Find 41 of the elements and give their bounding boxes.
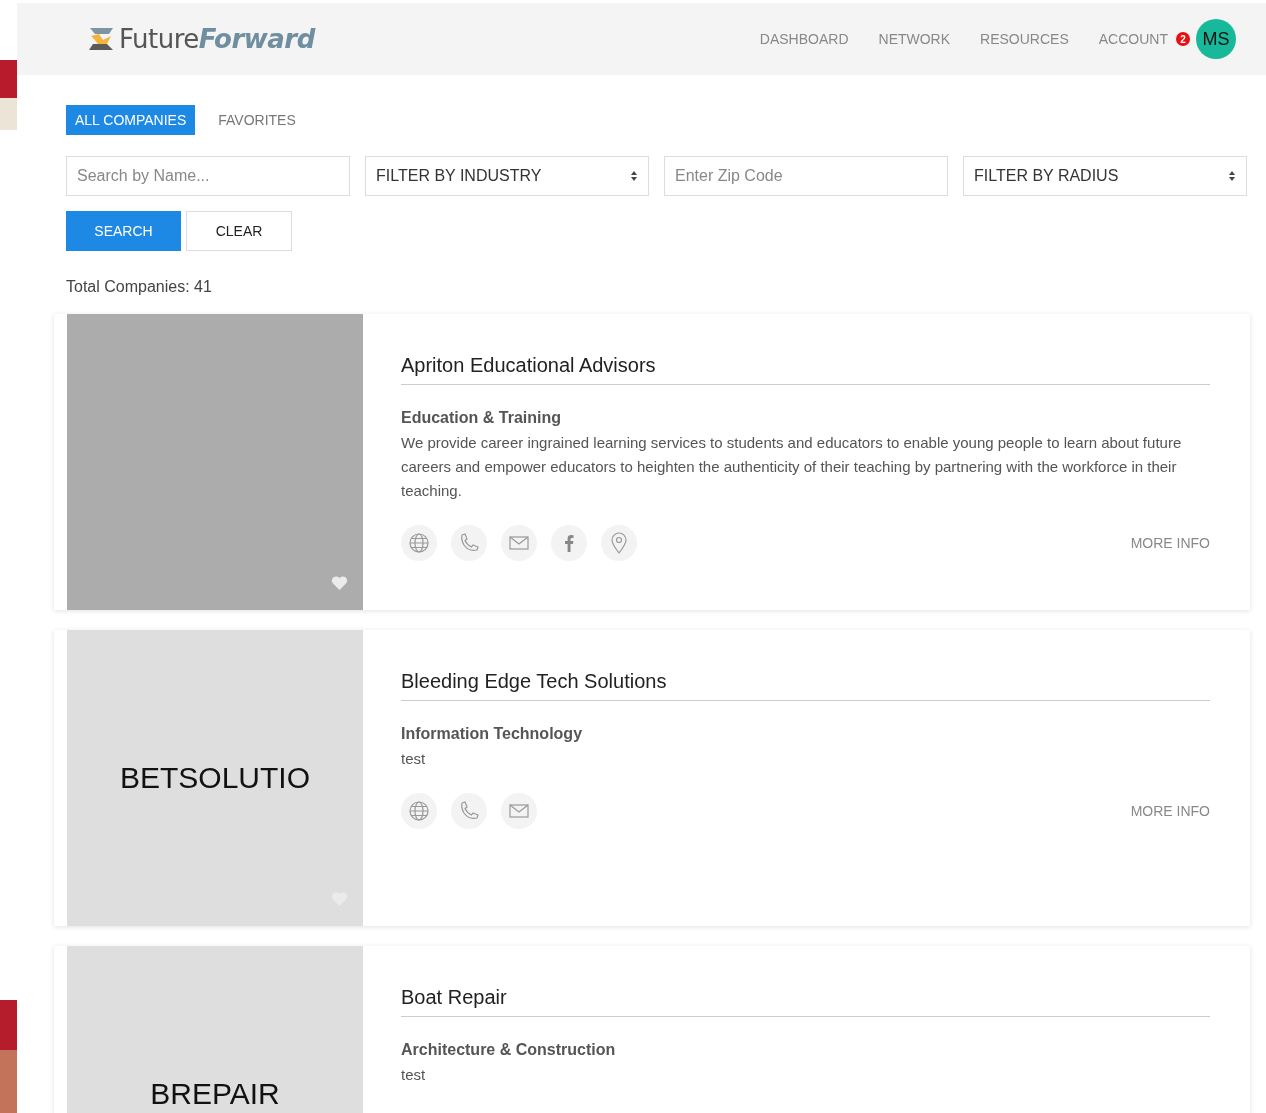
envelope-icon[interactable] <box>501 525 537 561</box>
industry-label: Information Technology <box>401 725 584 743</box>
company-description: test <box>401 749 427 769</box>
industry-label: Education & Training <box>401 409 562 427</box>
nav-link[interactable]: NETWORK <box>878 31 951 47</box>
more-info-link[interactable]: MORE INFO <box>1130 803 1210 819</box>
envelope-icon[interactable] <box>501 793 537 829</box>
search-button[interactable]: SEARCH <box>66 211 181 251</box>
nav-link[interactable]: RESOURCES <box>980 31 1069 47</box>
notification-badge: 2 <box>1176 32 1190 46</box>
total-count: Total Companies: 41 <box>66 278 213 296</box>
location-pin-icon[interactable] <box>601 525 637 561</box>
avatar[interactable]: MS <box>1196 19 1236 59</box>
globe-icon[interactable] <box>401 793 437 829</box>
company-name: Apriton Educational Advisors <box>401 354 1210 385</box>
facebook-icon[interactable] <box>551 525 587 561</box>
heart-icon[interactable] <box>331 575 348 591</box>
company-name: Bleeding Edge Tech Solutions <box>401 670 1210 701</box>
industry-label: Architecture & Construction <box>401 1041 617 1059</box>
clear-button[interactable]: CLEAR <box>186 211 292 251</box>
tab[interactable]: FAVORITES <box>209 105 305 135</box>
company-description: test <box>401 1065 427 1085</box>
globe-icon[interactable] <box>401 525 437 561</box>
logo-placeholder-text: BREPAIR <box>150 1078 280 1110</box>
select-field[interactable]: FILTER BY INDUSTRY <box>365 156 649 196</box>
more-info-link[interactable]: MORE INFO <box>1130 535 1210 551</box>
input-field[interactable]: Search by Name... <box>66 156 350 196</box>
select-field[interactable]: FILTER BY RADIUS <box>963 156 1247 196</box>
sort-arrows-icon <box>630 170 638 182</box>
phone-icon[interactable] <box>451 525 487 561</box>
logo-placeholder-text: BETSOLUTIO <box>119 762 310 794</box>
company-description: We provide career ingrained learning services to students and educators to enable young people to learn about future careers and empower educators to heighten the authenticity of their teaching by partnering with the workforce in their teaching. <box>401 433 1183 501</box>
tab[interactable]: ALL COMPANIES <box>66 105 196 135</box>
company-name: Boat Repair <box>401 986 1210 1017</box>
phone-icon[interactable] <box>451 793 487 829</box>
nav-link[interactable]: DASHBOARD <box>759 31 849 47</box>
logo-icon <box>87 26 115 52</box>
logo-text: FutureForward <box>119 24 315 54</box>
input-field[interactable]: Enter Zip Code <box>664 156 948 196</box>
nav-link[interactable]: ACCOUNT <box>1098 31 1168 47</box>
sort-arrows-icon <box>1228 170 1236 182</box>
